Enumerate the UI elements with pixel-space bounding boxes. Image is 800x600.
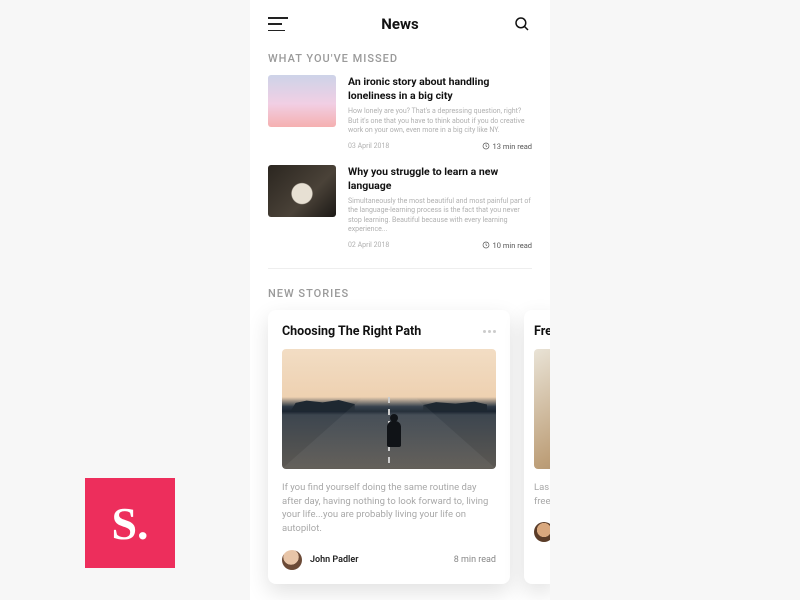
read-time: 8 min read [454,555,496,565]
article-thumbnail [268,75,336,127]
story-cards-row[interactable]: Choosing The Right Path If you find your… [250,310,550,600]
page-title: News [381,15,418,33]
app-screen: News WHAT YOU'VE MISSED An ironic story … [250,0,550,600]
avatar [282,550,302,570]
author-name: John Padler [310,555,358,565]
avatar [534,522,550,542]
brand-logo: S. [85,478,175,568]
more-icon[interactable] [483,330,496,333]
story-card-peek[interactable]: Fre Las free [524,310,550,584]
search-icon[interactable] [512,14,532,34]
article-meta: 02 April 2018 10 min read [348,241,532,250]
header: News [250,0,550,44]
article-item[interactable]: Why you struggle to learn a new language… [250,165,550,264]
article-date: 03 April 2018 [348,142,389,150]
menu-icon[interactable] [268,17,288,31]
author[interactable]: John Padler [282,550,358,570]
article-title: Why you struggle to learn a new language [348,165,532,193]
card-header: Choosing The Right Path [282,324,496,339]
article-excerpt: How lonely are you? That's a depressing … [348,107,532,135]
read-time: 13 min read [482,142,532,151]
article-content: An ironic story about handling lonelines… [348,75,532,151]
card-title: Choosing The Right Path [282,324,421,339]
article-excerpt: Simultaneously the most beautiful and mo… [348,197,532,235]
card-image [534,349,550,469]
article-date: 02 April 2018 [348,241,389,249]
section-title-new-stories: NEW STORIES [250,269,550,310]
story-card[interactable]: Choosing The Right Path If you find your… [268,310,510,584]
card-excerpt: Las free [534,481,550,509]
card-footer: John Padler 8 min read [282,550,496,570]
read-time: 10 min read [482,241,532,250]
card-excerpt: If you find yourself doing the same rout… [282,481,496,536]
card-image [282,349,496,469]
article-content: Why you struggle to learn a new language… [348,165,532,250]
card-title: Fre [534,324,550,339]
section-title-missed: WHAT YOU'VE MISSED [250,44,550,75]
article-thumbnail [268,165,336,217]
article-item[interactable]: An ironic story about handling lonelines… [250,75,550,165]
read-time-label: 10 min read [493,241,532,250]
brand-logo-text: S. [111,497,148,550]
read-time-label: 13 min read [493,142,532,151]
article-title: An ironic story about handling lonelines… [348,75,532,103]
article-meta: 03 April 2018 13 min read [348,142,532,151]
